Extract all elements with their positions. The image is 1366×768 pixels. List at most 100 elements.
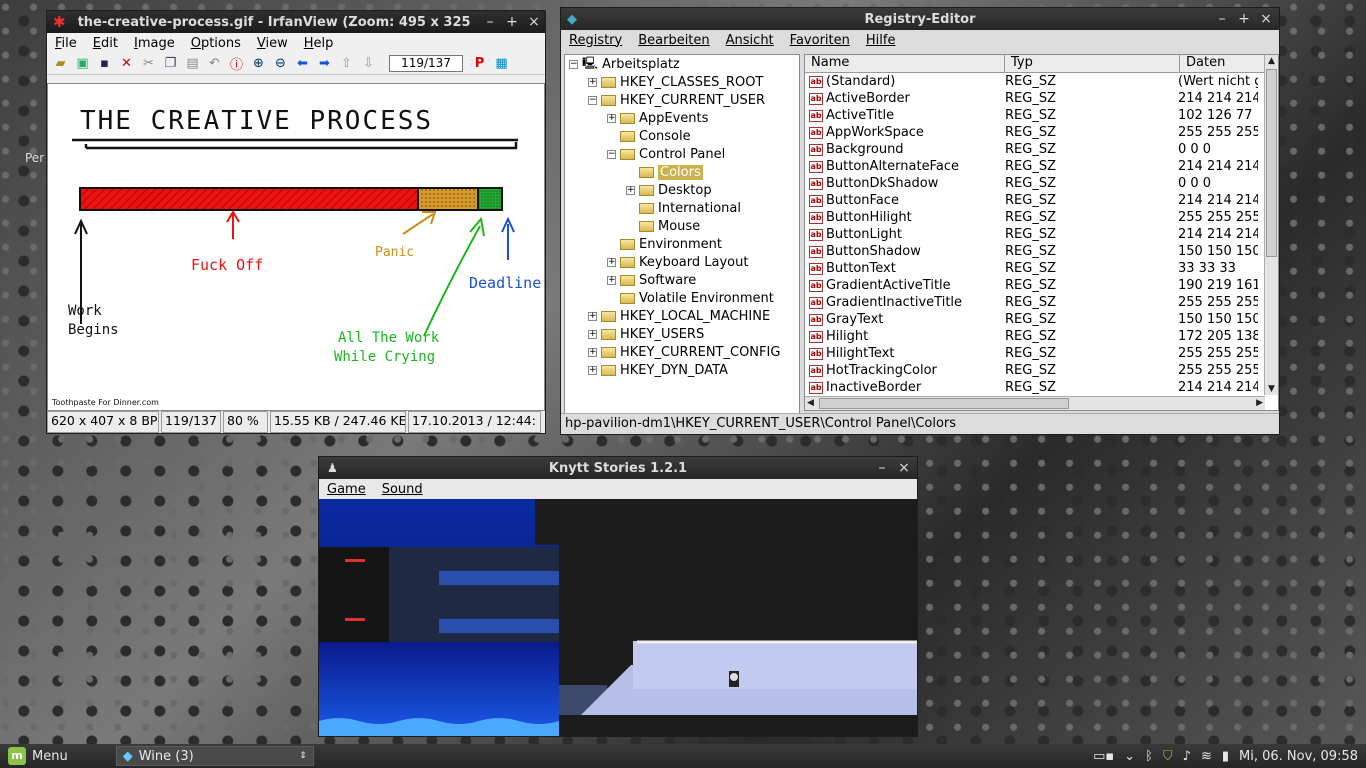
- tree-node-hkey-local-machine[interactable]: + HKEY_LOCAL_MACHINE: [565, 307, 799, 325]
- maximize-button[interactable]: +: [501, 14, 523, 30]
- value-row[interactable]: ab ButtonFace REG_SZ 214 214 214: [805, 192, 1278, 209]
- game-viewport[interactable]: [319, 499, 917, 736]
- value-row[interactable]: ab ButtonHilight REG_SZ 255 255 255: [805, 209, 1278, 226]
- registry-menu-bearbeiten[interactable]: Bearbeiten: [630, 33, 717, 48]
- value-row[interactable]: ab HilightText REG_SZ 255 255 255: [805, 345, 1278, 362]
- value-row[interactable]: ab (Standard) REG_SZ (Wert nicht g: [805, 73, 1278, 90]
- scroll-down-icon[interactable]: ▼: [1268, 384, 1275, 394]
- expand-icon[interactable]: +: [588, 365, 597, 375]
- column-type[interactable]: Typ: [1005, 55, 1180, 72]
- irfanview-titlebar[interactable]: ✱ the-creative-process.gif - IrfanView (…: [47, 11, 545, 33]
- value-row[interactable]: ab ButtonShadow REG_SZ 150 150 150: [805, 243, 1278, 260]
- minimize-button[interactable]: –: [479, 14, 501, 30]
- registry-values-list[interactable]: Name Typ Daten ab (Standard) REG_SZ (Wert n…: [804, 54, 1279, 411]
- tree-node-hkey-classes-root[interactable]: + HKEY_CLASSES_ROOT: [565, 73, 799, 91]
- column-name[interactable]: Name: [805, 55, 1005, 72]
- column-data[interactable]: Daten: [1180, 55, 1266, 72]
- tree-node-hkey-dyn-data[interactable]: + HKEY_DYN_DATA: [565, 361, 799, 379]
- registry-tree[interactable]: − 🖳 Arbeitsplatz + HKEY_CLASSES_ROOT − HKEY_CU…: [564, 54, 800, 414]
- open-folder-icon[interactable]: ▰: [51, 55, 70, 73]
- delete-icon[interactable]: ✕: [117, 55, 136, 73]
- tree-node-desktop[interactable]: + Desktop: [565, 181, 799, 199]
- start-menu-button[interactable]: m Menu: [0, 744, 76, 768]
- paint-icon[interactable]: P: [470, 55, 489, 73]
- value-row[interactable]: ab HotTrackingColor REG_SZ 255 255 255: [805, 362, 1278, 379]
- image-viewport[interactable]: THE CREATIVE PROCESS Fuck Off Panic Dead…: [47, 83, 545, 411]
- tree-node-hkey-current-user[interactable]: − HKEY_CURRENT_USER: [565, 91, 799, 109]
- close-button[interactable]: ×: [1255, 11, 1277, 27]
- next-icon[interactable]: ➡: [315, 55, 334, 73]
- volume-icon[interactable]: ♪: [1183, 749, 1191, 764]
- expand-icon[interactable]: +: [607, 257, 616, 267]
- tray-expand-icon[interactable]: ⌄: [1124, 749, 1135, 764]
- collapse-icon[interactable]: −: [569, 59, 578, 69]
- expand-icon[interactable]: +: [588, 347, 597, 357]
- knytt-menu-sound[interactable]: Sound: [374, 482, 431, 497]
- value-row[interactable]: ab ActiveBorder REG_SZ 214 214 214: [805, 90, 1278, 107]
- scroll-up-icon[interactable]: ▲: [1268, 56, 1275, 66]
- scroll-right-icon[interactable]: ▶: [1256, 398, 1263, 408]
- registry-menu-favoriten[interactable]: Favoriten: [782, 33, 858, 48]
- undo-icon[interactable]: ↶: [205, 55, 224, 73]
- irfanview-menu-options[interactable]: Options: [183, 36, 249, 51]
- irfanview-menu-help[interactable]: Help: [296, 36, 342, 51]
- scroll-left-icon[interactable]: ◀: [807, 398, 814, 408]
- registry-menu-ansicht[interactable]: Ansicht: [718, 33, 782, 48]
- zoom-in-icon[interactable]: ⊕: [249, 55, 268, 73]
- network-icon[interactable]: ≋: [1201, 749, 1212, 764]
- horizontal-scrollbar[interactable]: ◀ ▶: [805, 396, 1265, 410]
- effects-icon[interactable]: ▦: [492, 55, 511, 73]
- close-button[interactable]: ×: [893, 460, 915, 476]
- value-row[interactable]: ab ButtonDkShadow REG_SZ 0 0 0: [805, 175, 1278, 192]
- tree-node-appevents[interactable]: + AppEvents: [565, 109, 799, 127]
- save-icon[interactable]: ▪: [95, 55, 114, 73]
- slideshow-icon[interactable]: ▣: [73, 55, 92, 73]
- tree-node-colors[interactable]: Colors: [565, 163, 799, 181]
- tree-node-software[interactable]: + Software: [565, 271, 799, 289]
- shield-icon[interactable]: ⛉: [1163, 749, 1173, 764]
- expand-icon[interactable]: +: [588, 329, 597, 339]
- paste-icon[interactable]: ▤: [183, 55, 202, 73]
- tree-node-arbeitsplatz[interactable]: − 🖳 Arbeitsplatz: [565, 55, 799, 73]
- value-row[interactable]: ab AppWorkSpace REG_SZ 255 255 255: [805, 124, 1278, 141]
- collapse-icon[interactable]: −: [607, 149, 616, 159]
- tree-node-keyboard-layout[interactable]: + Keyboard Layout: [565, 253, 799, 271]
- irfanview-menu-file[interactable]: File: [47, 36, 85, 51]
- value-row[interactable]: ab Hilight REG_SZ 172 205 138: [805, 328, 1278, 345]
- last-page-icon[interactable]: ⇩: [359, 55, 378, 73]
- tree-node-console[interactable]: Console: [565, 127, 799, 145]
- irfanview-menu-edit[interactable]: Edit: [85, 36, 126, 51]
- page-number-input[interactable]: 119/137: [389, 55, 463, 72]
- value-row[interactable]: ab ButtonText REG_SZ 33 33 33: [805, 260, 1278, 277]
- expand-icon[interactable]: +: [607, 275, 616, 285]
- zoom-out-icon[interactable]: ⊖: [271, 55, 290, 73]
- tree-node-international[interactable]: International: [565, 199, 799, 217]
- expand-icon[interactable]: +: [588, 77, 597, 87]
- vertical-scroll-thumb[interactable]: [1266, 69, 1277, 257]
- tree-node-volatile-environment[interactable]: Volatile Environment: [565, 289, 799, 307]
- cut-icon[interactable]: ✂: [139, 55, 158, 73]
- vertical-scrollbar[interactable]: ▲ ▼: [1264, 55, 1278, 395]
- tree-node-mouse[interactable]: Mouse: [565, 217, 799, 235]
- maximize-button[interactable]: +: [1233, 11, 1255, 27]
- irfanview-menu-view[interactable]: View: [249, 36, 296, 51]
- tree-node-environment[interactable]: Environment: [565, 235, 799, 253]
- tree-node-control-panel[interactable]: − Control Panel: [565, 145, 799, 163]
- tree-node-hkey-users[interactable]: + HKEY_USERS: [565, 325, 799, 343]
- expand-icon[interactable]: +: [588, 311, 597, 321]
- value-row[interactable]: ab ActiveTitle REG_SZ 102 126 77: [805, 107, 1278, 124]
- value-row[interactable]: ab ButtonLight REG_SZ 214 214 214: [805, 226, 1278, 243]
- expand-icon[interactable]: +: [607, 113, 616, 123]
- registry-menu-hilfe[interactable]: Hilfe: [858, 33, 904, 48]
- previous-icon[interactable]: ⬅: [293, 55, 312, 73]
- close-button[interactable]: ×: [523, 14, 545, 30]
- expand-icon[interactable]: +: [626, 185, 635, 195]
- bluetooth-icon[interactable]: ᛒ: [1145, 749, 1153, 764]
- irfanview-menu-image[interactable]: Image: [126, 36, 183, 51]
- knytt-menu-game[interactable]: Game: [319, 482, 374, 497]
- battery-icon[interactable]: ▮: [1222, 749, 1229, 764]
- collapse-icon[interactable]: −: [588, 95, 597, 105]
- minimize-button[interactable]: –: [871, 460, 893, 476]
- minimize-button[interactable]: –: [1211, 11, 1233, 27]
- copy-icon[interactable]: ❐: [161, 55, 180, 73]
